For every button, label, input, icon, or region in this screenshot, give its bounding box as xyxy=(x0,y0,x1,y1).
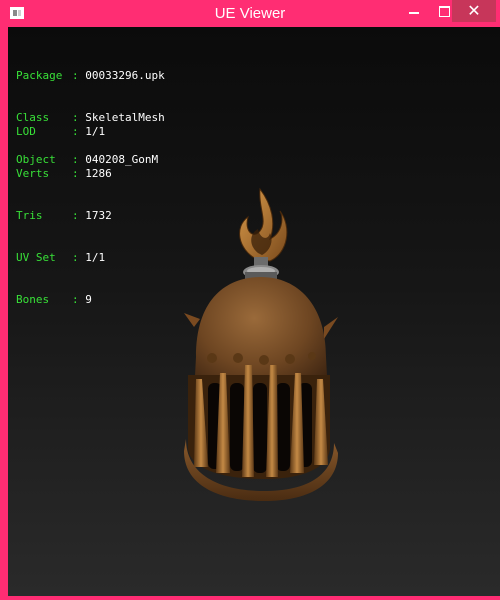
side-spike-left xyxy=(184,313,200,327)
close-icon: ✕ xyxy=(467,1,481,20)
minimize-icon xyxy=(409,12,419,14)
finial-base xyxy=(243,257,279,280)
app-window: UE Viewer ✕ Package: 00033296.upk Class … xyxy=(0,0,500,600)
minimize-button[interactable] xyxy=(400,0,428,22)
side-spike-right xyxy=(324,317,338,339)
close-button[interactable]: ✕ xyxy=(452,0,496,22)
3d-viewport[interactable]: Package: 00033296.upk Class : SkeletalMe… xyxy=(8,27,500,596)
title-bar[interactable]: UE Viewer ✕ xyxy=(4,0,496,27)
flame-ornament xyxy=(239,187,288,262)
app-window-icon[interactable] xyxy=(10,7,24,19)
maximize-icon xyxy=(438,5,450,17)
helmet-mesh-render[interactable] xyxy=(8,27,500,596)
